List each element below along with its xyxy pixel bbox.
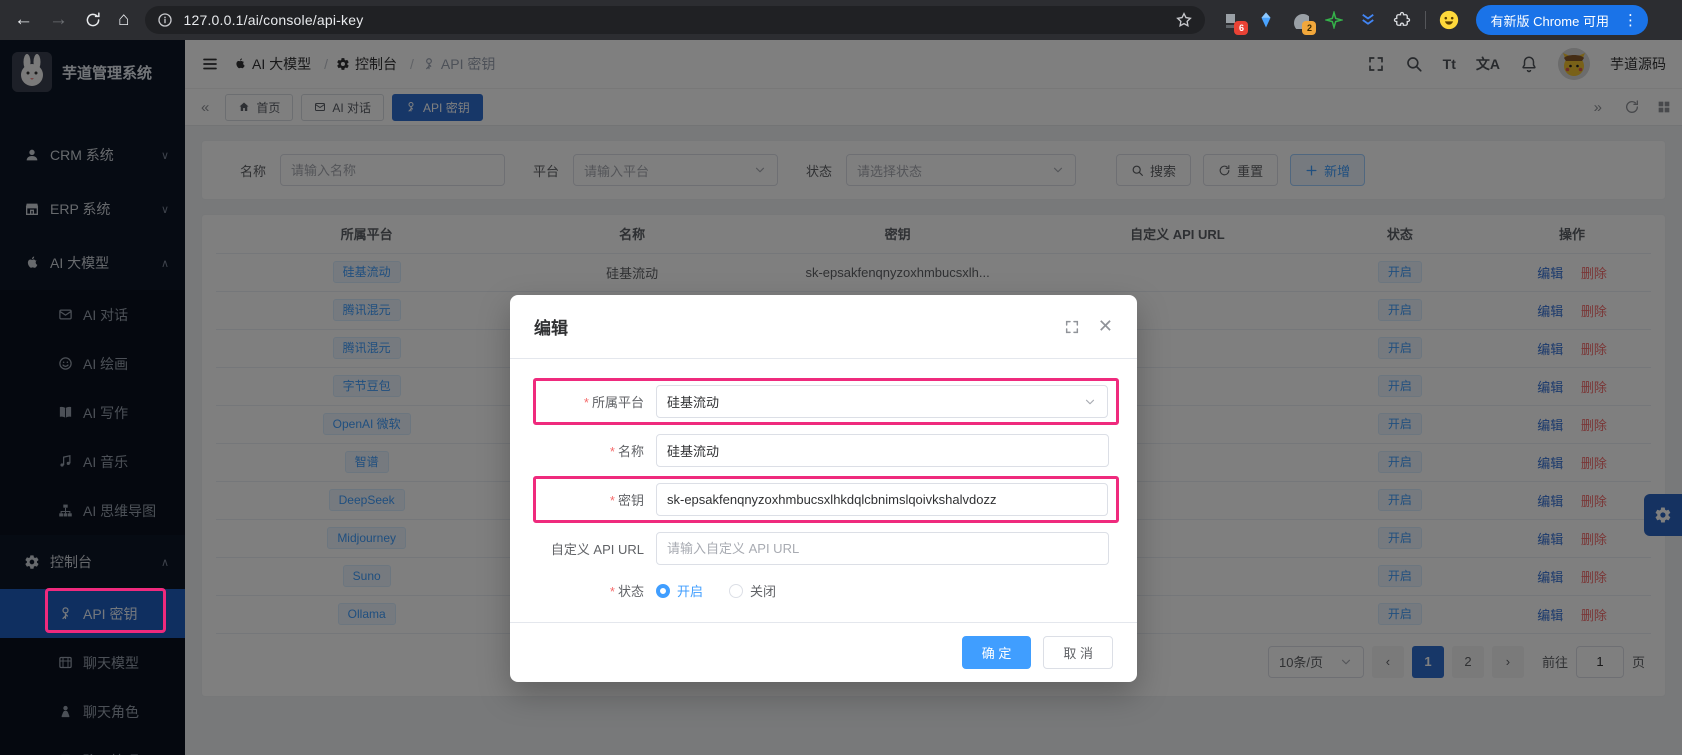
name-form-row: *名称 — [538, 434, 1109, 467]
url-form-row: 自定义 API URL — [538, 532, 1109, 565]
status-field-label: 状态 — [618, 584, 644, 599]
address-bar[interactable]: 127.0.0.1/ai/console/api-key — [145, 6, 1205, 34]
extension-badge: 2 — [1302, 21, 1316, 35]
bookmark-star-icon[interactable] — [1175, 11, 1193, 29]
confirm-button[interactable]: 确 定 — [962, 636, 1032, 669]
browser-toolbar: ← → ⌂ 127.0.0.1/ai/console/api-key 6 2 有… — [0, 0, 1682, 40]
radio-dot — [729, 584, 743, 598]
dialog-header: 编辑 ✕ — [510, 295, 1137, 359]
key-input[interactable] — [656, 483, 1108, 516]
status-on-radio[interactable]: 开启 — [656, 581, 703, 600]
key-form-row: *密钥 — [533, 476, 1119, 523]
platform-form-row: *所属平台 硅基流动 — [533, 378, 1119, 425]
name-input[interactable] — [656, 434, 1109, 467]
status-form-row: *状态 开启 关闭 — [538, 581, 1109, 600]
browser-home-button[interactable]: ⌂ — [118, 9, 129, 31]
url-text: 127.0.0.1/ai/console/api-key — [183, 12, 363, 28]
profile-avatar-icon[interactable] — [1438, 9, 1460, 31]
extension-icon[interactable]: 6 — [1221, 9, 1243, 31]
browser-forward-button[interactable]: → — [49, 9, 68, 31]
url-input[interactable] — [656, 532, 1109, 565]
edit-dialog: 编辑 ✕ *所属平台 硅基流动 *名称 *密钥 自定义 API URL — [510, 295, 1137, 682]
chrome-update-button[interactable]: 有新版 Chrome 可用 ⋮ — [1476, 5, 1647, 35]
name-field-label: 名称 — [618, 444, 644, 459]
extensions-row: 6 2 — [1221, 9, 1460, 31]
dialog-title: 编辑 — [534, 314, 568, 339]
chevron-down-icon — [1083, 395, 1097, 409]
extension-icon[interactable] — [1323, 9, 1345, 31]
extension-badge: 6 — [1234, 21, 1248, 35]
dialog-fullscreen-icon[interactable] — [1064, 319, 1080, 335]
browser-menu-icon[interactable]: ⋮ — [1619, 11, 1642, 29]
platform-field-label: 所属平台 — [592, 395, 644, 410]
status-off-radio[interactable]: 关闭 — [729, 581, 776, 600]
radio-dot — [656, 584, 670, 598]
extension-icon[interactable] — [1255, 9, 1277, 31]
divider — [1425, 11, 1426, 29]
cancel-button[interactable]: 取 消 — [1043, 636, 1113, 669]
extension-icon[interactable] — [1357, 9, 1379, 31]
extension-icon[interactable]: 2 — [1289, 9, 1311, 31]
close-icon[interactable]: ✕ — [1098, 316, 1113, 337]
dialog-body: *所属平台 硅基流动 *名称 *密钥 自定义 API URL *状态 开启 — [510, 359, 1137, 622]
browser-back-button[interactable]: ← — [14, 9, 33, 31]
key-field-label: 密钥 — [618, 493, 644, 508]
browser-reload-button[interactable] — [84, 11, 102, 29]
extensions-puzzle-icon[interactable] — [1391, 9, 1413, 31]
dialog-footer: 确 定 取 消 — [510, 622, 1137, 682]
site-info-icon[interactable] — [157, 12, 173, 28]
url-field-label: 自定义 API URL — [551, 542, 644, 557]
platform-select[interactable]: 硅基流动 — [656, 385, 1108, 418]
